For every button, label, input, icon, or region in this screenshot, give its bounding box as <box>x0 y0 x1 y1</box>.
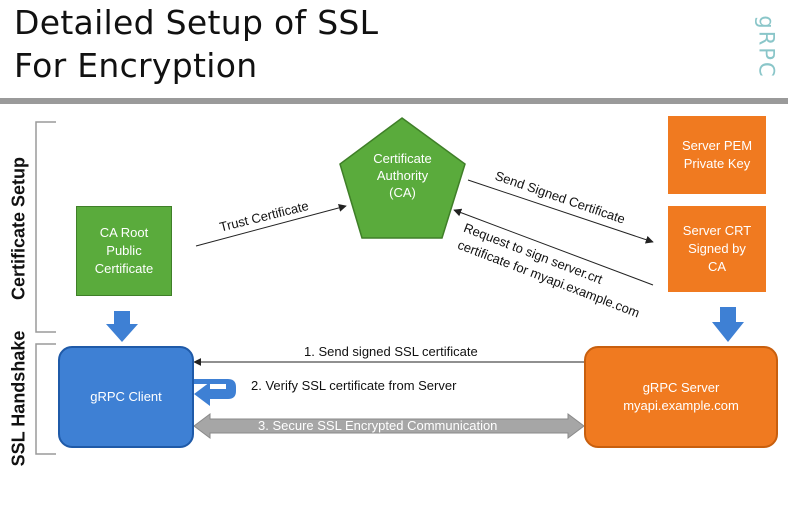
step-2-label: 2. Verify SSL certificate from Server <box>251 378 457 393</box>
diagram-canvas: Detailed Setup of SSL For Encryption gRP… <box>0 0 788 466</box>
step-1-label: 1. Send signed SSL certificate <box>304 344 478 359</box>
ssl-handshake-label: SSL Handshake <box>8 330 29 467</box>
step-3-label: 3. Secure SSL Encrypted Communication <box>258 418 498 433</box>
verify-certificate-arrow <box>194 379 236 406</box>
certificate-authority-label: Certificate Authority (CA) <box>373 151 432 200</box>
server-crt-to-server-arrow <box>712 307 744 342</box>
grpc-client-node: gRPC Client <box>58 346 194 448</box>
ca-root-to-client-arrow <box>106 311 138 342</box>
ca-root-certificate-node: CA Root Public Certificate <box>76 206 172 296</box>
grpc-server-label: gRPC Server myapi.example.com <box>623 380 739 413</box>
server-crt-node: Server CRT Signed by CA <box>668 206 766 292</box>
ca-root-certificate-label: CA Root Public Certificate <box>94 225 154 276</box>
server-pem-private-key-label: Server PEM Private Key <box>681 138 753 171</box>
grpc-server-node: gRPC Server myapi.example.com <box>584 346 778 448</box>
grpc-client-label: gRPC Client <box>90 389 162 404</box>
server-crt-label: Server CRT Signed by CA <box>682 223 752 274</box>
ssl-handshake-bracket <box>35 343 56 455</box>
certificate-setup-bracket <box>35 121 56 333</box>
server-pem-private-key-node: Server PEM Private Key <box>668 116 766 194</box>
